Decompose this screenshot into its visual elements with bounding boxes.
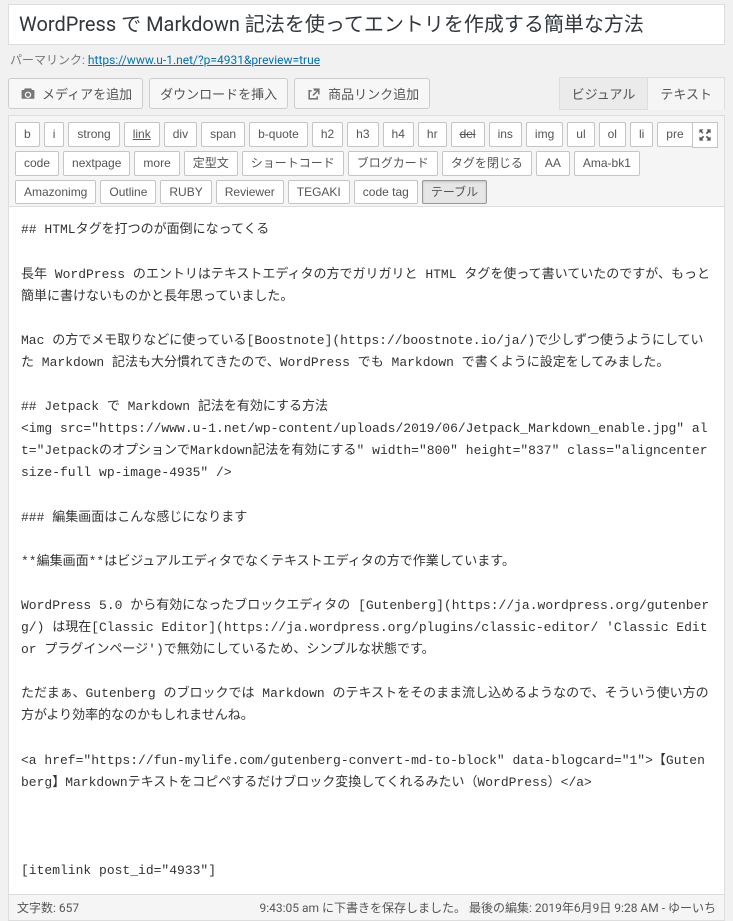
- save-info: 9:43:05 am に下書きを保存しました。 最後の編集: 2019年6月9日…: [259, 899, 716, 916]
- post-title-input[interactable]: WordPress で Markdown 記法を使ってエントリを作成する簡単な方…: [8, 4, 725, 45]
- insert-download-button[interactable]: ダウンロードを挿入: [149, 78, 288, 109]
- qt-h4[interactable]: h4: [383, 122, 414, 147]
- qt-pre[interactable]: pre: [657, 122, 692, 147]
- word-count-label: 文字数:: [17, 901, 56, 915]
- word-count-value: 657: [59, 901, 79, 915]
- qt-nextpage[interactable]: nextpage: [63, 151, 130, 176]
- fullscreen-button[interactable]: [692, 122, 718, 148]
- qt-b[interactable]: b: [15, 122, 40, 147]
- qt-link[interactable]: link: [124, 122, 160, 147]
- qt-テーブル[interactable]: テーブル: [422, 180, 487, 205]
- tab-text[interactable]: テキスト: [648, 77, 725, 110]
- content-textarea[interactable]: ## HTMLタグを打つのが面倒になってくる 長年 WordPress のエント…: [9, 206, 724, 894]
- camera-icon: [19, 85, 37, 103]
- qt-ul[interactable]: ul: [567, 122, 594, 147]
- permalink-row: パーマリンク: https://www.u-1.net/?p=4931&prev…: [10, 51, 723, 68]
- qt-strong[interactable]: strong: [68, 122, 119, 147]
- qt-ショートコード[interactable]: ショートコード: [242, 151, 344, 176]
- product-link-label: 商品リンク追加: [328, 84, 419, 103]
- word-count: 文字数: 657: [17, 899, 79, 916]
- last-edit-text: 最後の編集: 2019年6月9日 9:28 AM - ゆーいち: [469, 901, 716, 915]
- editor-status-bar: 文字数: 657 9:43:05 am に下書きを保存しました。 最後の編集: …: [9, 894, 724, 920]
- qt-span[interactable]: span: [201, 122, 245, 147]
- qt-li[interactable]: li: [630, 122, 653, 147]
- permalink-label: パーマリンク:: [10, 53, 85, 67]
- add-media-button[interactable]: メディアを追加: [8, 78, 143, 109]
- editor-container: bistronglinkdivspanb-quoteh2h3h4hrdelins…: [8, 115, 725, 921]
- qt-img[interactable]: img: [526, 122, 563, 147]
- qt-RUBY[interactable]: RUBY: [160, 180, 211, 205]
- external-link-icon: [305, 85, 323, 103]
- qt-Outline[interactable]: Outline: [100, 180, 156, 205]
- qt-h3[interactable]: h3: [347, 122, 378, 147]
- qt-i[interactable]: i: [44, 122, 65, 147]
- qt-Ama-bk1[interactable]: Ama-bk1: [574, 151, 640, 176]
- qt-ins[interactable]: ins: [489, 122, 522, 147]
- editor-mode-tabs: ビジュアル テキスト: [559, 77, 725, 110]
- permalink-url[interactable]: https://www.u-1.net/?p=4931&preview=true: [88, 53, 320, 67]
- qt-b-quote[interactable]: b-quote: [249, 122, 308, 147]
- media-button-row: メディアを追加 ダウンロードを挿入 商品リンク追加 ビジュアル テキスト: [8, 78, 725, 109]
- add-media-label: メディアを追加: [42, 84, 132, 103]
- product-link-button[interactable]: 商品リンク追加: [294, 78, 430, 109]
- qt-div[interactable]: div: [164, 122, 197, 147]
- qt-タグを閉じる[interactable]: タグを閉じる: [442, 151, 532, 176]
- qt-code-tag[interactable]: code tag: [354, 180, 418, 205]
- qt-h2[interactable]: h2: [312, 122, 343, 147]
- qt-hr[interactable]: hr: [418, 122, 447, 147]
- autosave-text: 9:43:05 am に下書きを保存しました。: [259, 901, 466, 915]
- post-title-text: WordPress で Markdown 記法を使ってエントリを作成する簡単な方…: [19, 12, 644, 36]
- fullscreen-icon: [697, 127, 713, 143]
- qt-定型文[interactable]: 定型文: [184, 151, 238, 176]
- qt-Amazonimg[interactable]: Amazonimg: [15, 180, 96, 205]
- insert-download-label: ダウンロードを挿入: [160, 84, 277, 103]
- qt-AA[interactable]: AA: [536, 151, 570, 176]
- qt-more[interactable]: more: [134, 151, 179, 176]
- qt-Reviewer[interactable]: Reviewer: [216, 180, 284, 205]
- tab-visual[interactable]: ビジュアル: [559, 77, 649, 110]
- qt-del[interactable]: del: [451, 122, 485, 147]
- qt-TEGAKI[interactable]: TEGAKI: [288, 180, 350, 205]
- qt-code[interactable]: code: [15, 151, 59, 176]
- quicktags-toolbar: bistronglinkdivspanb-quoteh2h3h4hrdelins…: [9, 116, 724, 206]
- qt-ブログカード[interactable]: ブログカード: [348, 151, 438, 176]
- qt-ol[interactable]: ol: [599, 122, 626, 147]
